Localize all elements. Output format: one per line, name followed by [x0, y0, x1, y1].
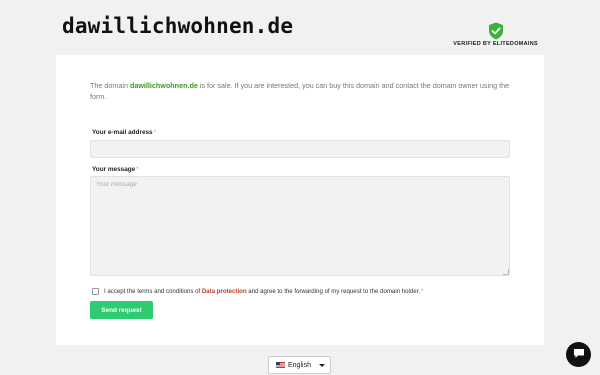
site-header: dawillichwohnen.de VERIFIED BY ELITEDOMA… — [0, 0, 600, 54]
intro-domain: dawillichwohnen.de — [129, 81, 198, 90]
message-label: Your message* — [92, 166, 139, 173]
data-protection-link[interactable]: Data protection — [202, 288, 247, 295]
required-mark: * — [153, 129, 157, 136]
email-label: Your e-mail address* — [92, 129, 156, 136]
resize-handle[interactable] — [503, 269, 509, 275]
terms-before: I accept the terms and conditions of — [104, 288, 202, 295]
chat-bubble-icon — [573, 346, 585, 364]
send-request-button[interactable]: Send request — [90, 301, 153, 319]
verified-shield-icon — [488, 22, 504, 40]
verified-text: VERIFIED BY ELITEDOMAINS — [453, 41, 538, 47]
language-label: English — [288, 361, 311, 369]
verified-badge[interactable]: VERIFIED BY ELITEDOMAINS — [438, 22, 538, 50]
email-label-text: Your e-mail address — [92, 129, 153, 136]
intro-text: The domain dawillichwohnen.de is for sal… — [90, 80, 510, 102]
required-mark: * — [421, 288, 424, 295]
terms-after: and agree to the forwarding of my reques… — [246, 288, 421, 295]
intro-before: The domain — [90, 81, 130, 90]
domain-title: dawillichwohnen.de — [62, 14, 294, 38]
terms-row: I accept the terms and conditions of Dat… — [92, 288, 423, 295]
message-field[interactable] — [90, 176, 510, 276]
us-flag-icon — [276, 362, 285, 368]
language-select[interactable]: English — [268, 356, 331, 374]
email-field[interactable] — [90, 140, 510, 158]
terms-text: I accept the terms and conditions of Dat… — [104, 288, 423, 295]
terms-checkbox[interactable] — [92, 288, 99, 295]
contact-card: The domain dawillichwohnen.de is for sal… — [56, 55, 544, 345]
required-mark: * — [136, 166, 139, 173]
message-label-text: Your message — [92, 166, 136, 173]
chat-button[interactable] — [566, 342, 591, 367]
chevron-down-icon — [319, 364, 325, 367]
